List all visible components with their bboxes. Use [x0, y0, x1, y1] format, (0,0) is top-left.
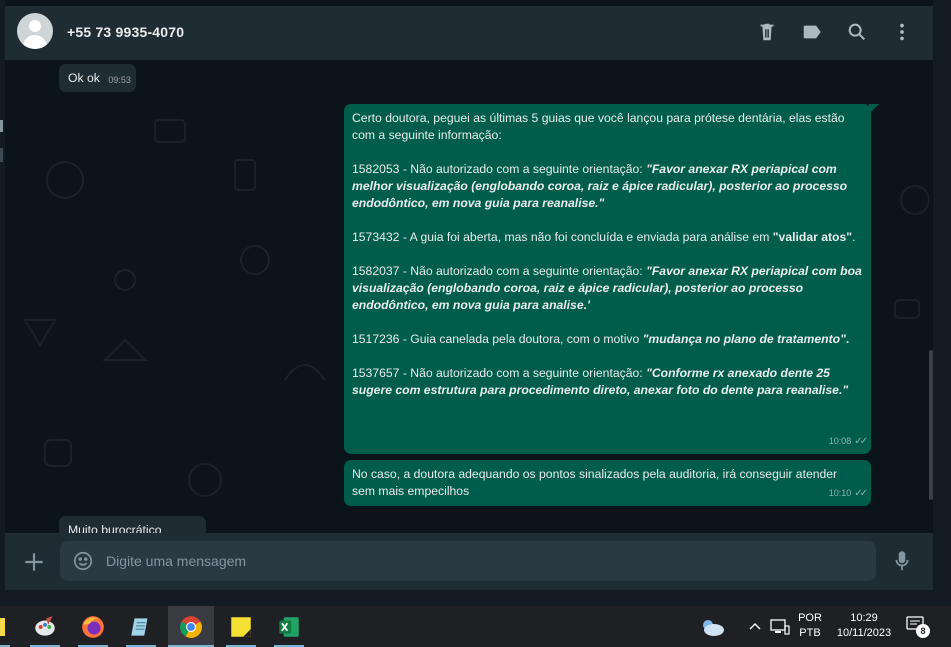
bubble-tail	[869, 104, 879, 114]
message-text: 1537657 - Não autorizado com a seguinte …	[352, 366, 647, 380]
show-hidden-icons-icon[interactable]	[748, 620, 762, 632]
message-paragraph: 1582037 - Não autorizado com a seguinte …	[352, 263, 863, 314]
clock-time: 10:29	[850, 612, 878, 624]
message-input-wrapper	[60, 541, 876, 581]
window-right-edge	[933, 0, 951, 606]
weather-icon[interactable]	[698, 616, 726, 638]
message-bold-text: "validar atos"	[772, 230, 853, 244]
message-input[interactable]	[106, 541, 866, 581]
message-text: 1573432 - A guia foi aberta, mas não foi…	[352, 230, 773, 244]
taskbar-app-active[interactable]	[168, 606, 214, 647]
taskbar-app[interactable]	[70, 606, 116, 647]
keyboard-layout: PTB	[799, 627, 821, 639]
message-meta: 10:10 ✓✓	[828, 485, 868, 502]
edge-mark	[0, 148, 3, 162]
message-text: 1517236 - Guia canelada pela doutora, co…	[352, 332, 643, 346]
taskbar-app[interactable]	[118, 606, 164, 647]
clock-date: 10/11/2023	[836, 627, 892, 639]
more-vertical-icon[interactable]	[891, 21, 913, 43]
microphone-button[interactable]	[889, 548, 915, 574]
window-bottom-edge	[0, 590, 951, 606]
taskbar-app[interactable]	[218, 606, 264, 647]
message-text: Ok ok	[68, 71, 100, 85]
emoji-icon	[73, 551, 93, 571]
network-icon[interactable]	[770, 618, 790, 636]
message-text: No caso, a doutora adequando os pontos s…	[352, 467, 838, 498]
message-time: 09:53	[108, 75, 131, 85]
message-paragraph: 1537657 - Não autorizado com a seguinte …	[352, 365, 863, 399]
edge-mark	[0, 120, 3, 132]
message-outgoing[interactable]: Certo doutora, peguei as últimas 5 guias…	[344, 104, 879, 454]
taskbar-app[interactable]	[266, 606, 312, 647]
message-paragraph: 1573432 - A guia foi aberta, mas não foi…	[352, 229, 863, 246]
sticky-app-icon	[0, 617, 5, 636]
notepad-icon	[131, 617, 148, 636]
firefox-icon	[82, 615, 104, 638]
delete-icon[interactable]	[756, 21, 778, 43]
read-receipt-icon: ✓✓	[854, 488, 868, 499]
label-icon[interactable]	[801, 21, 823, 43]
avatar-body	[23, 35, 47, 49]
chat-area[interactable]: Ok ok 09:53 Certo doutora, peguei as últ…	[5, 60, 933, 533]
notification-center-button[interactable]: 8	[906, 616, 932, 638]
message-meta: 10:08 ✓✓	[828, 433, 868, 450]
message-paragraph: 1517236 - Guia canelada pela doutora, co…	[352, 331, 863, 348]
input-language[interactable]: POR PTB	[794, 611, 826, 641]
composer-bar	[5, 533, 933, 590]
chrome-icon	[180, 615, 202, 638]
emoji-button[interactable]	[72, 550, 94, 572]
microphone-icon	[895, 551, 909, 571]
avatar-head	[29, 20, 41, 32]
message-text: Muito burocrático	[68, 523, 162, 533]
taskbar-app[interactable]	[0, 606, 18, 647]
whatsapp-window: +55 73 9935-4070 Ok ok 09:53 Certo douto…	[0, 0, 951, 647]
message-text: Certo doutora, peguei as últimas 5 guias…	[352, 111, 845, 142]
message-bold-text: "mudança no plano de tratamento"	[642, 332, 846, 346]
message-incoming[interactable]: Ok ok 09:53	[59, 64, 136, 92]
message-paragraph: 1582053 - Não autorizado com a seguinte …	[352, 161, 863, 212]
read-receipt-icon: ✓✓	[854, 436, 868, 447]
message-outgoing[interactable]: No caso, a doutora adequando os pontos s…	[344, 460, 871, 506]
message-text: 1582037 - Não autorizado com a seguinte …	[352, 264, 647, 278]
paint-icon	[35, 615, 55, 636]
taskbar-app[interactable]	[22, 606, 68, 647]
taskbar: POR PTB 10:29 10/11/2023 8	[0, 606, 951, 647]
contact-name[interactable]: +55 73 9935-4070	[67, 24, 184, 40]
message-text: 1582053 - Não autorizado com a seguinte …	[352, 162, 647, 176]
chat-header: +55 73 9935-4070	[5, 6, 933, 60]
notification-count-badge: 8	[916, 624, 930, 638]
plus-icon	[25, 553, 43, 571]
attach-button[interactable]	[21, 549, 47, 575]
search-icon[interactable]	[846, 21, 868, 43]
language-code: POR	[798, 612, 822, 624]
message-text: .	[852, 230, 856, 244]
message-incoming[interactable]: Muito burocrático	[59, 516, 206, 533]
message-time: 10:10	[828, 488, 852, 498]
message-text: .	[845, 332, 850, 346]
message-paragraph: Certo doutora, peguei as últimas 5 guias…	[352, 110, 863, 144]
message-time: 10:08	[828, 436, 852, 446]
excel-icon	[279, 616, 299, 637]
avatar[interactable]	[17, 13, 53, 49]
system-clock[interactable]: 10:29 10/11/2023	[830, 611, 898, 641]
sticky-notes-icon	[231, 616, 251, 637]
